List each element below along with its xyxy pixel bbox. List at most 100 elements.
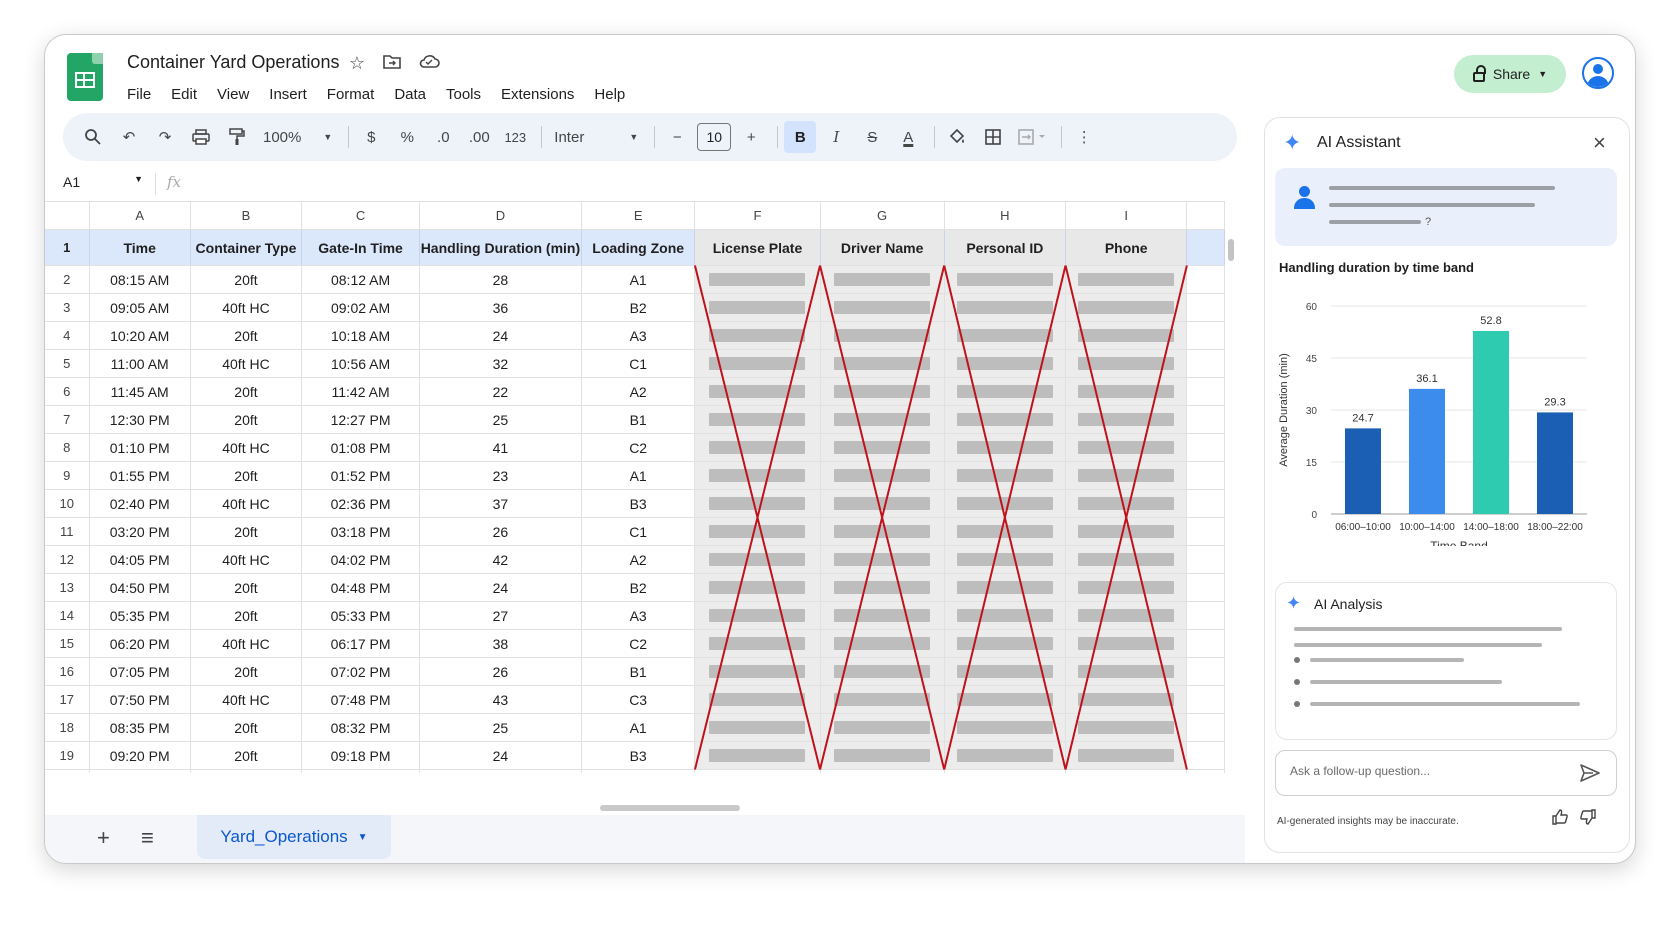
redacted-cell[interactable] — [820, 265, 945, 294]
table-cell[interactable]: 04:50 PM — [89, 573, 191, 602]
row-header[interactable]: 17 — [45, 685, 90, 714]
table-cell[interactable]: B1 — [581, 405, 696, 434]
all-sheets-menu-icon[interactable]: ≡ — [141, 825, 154, 851]
account-avatar[interactable] — [1582, 57, 1614, 89]
table-cell[interactable] — [694, 769, 821, 773]
menu-edit[interactable]: Edit — [161, 84, 207, 106]
redacted-cell[interactable] — [820, 489, 945, 518]
row-header[interactable]: 10 — [45, 489, 90, 518]
header-cell[interactable]: Handling Duration (min) — [419, 229, 582, 266]
redacted-cell[interactable] — [1065, 321, 1188, 350]
print-icon[interactable] — [185, 121, 217, 153]
table-cell[interactable] — [1186, 685, 1225, 714]
menu-file[interactable]: File — [127, 84, 161, 106]
table-cell[interactable]: 05:33 PM — [301, 601, 420, 630]
row-header[interactable]: 2 — [45, 265, 90, 294]
redacted-cell[interactable] — [1065, 489, 1188, 518]
more-options-icon[interactable]: ⋮ — [1068, 121, 1100, 153]
table-cell[interactable]: 20ft — [190, 377, 303, 406]
table-cell[interactable]: 01:55 PM — [89, 461, 191, 490]
redacted-cell[interactable] — [1065, 573, 1188, 602]
table-cell[interactable]: C2 — [581, 629, 696, 658]
row-header[interactable]: 12 — [45, 545, 90, 574]
table-cell[interactable]: 26 — [419, 657, 582, 686]
redacted-cell[interactable] — [1065, 265, 1188, 294]
redacted-cell[interactable] — [694, 601, 821, 630]
redacted-cell[interactable] — [1065, 433, 1188, 462]
redacted-cell[interactable] — [694, 713, 821, 742]
redacted-cell[interactable] — [1065, 601, 1188, 630]
table-cell[interactable]: 02:40 PM — [89, 489, 191, 518]
redacted-cell[interactable] — [820, 545, 945, 574]
table-cell[interactable]: 11:45 AM — [89, 377, 191, 406]
redacted-cell[interactable] — [820, 405, 945, 434]
redacted-cell[interactable] — [694, 265, 821, 294]
row-header[interactable]: 19 — [45, 741, 90, 770]
table-cell[interactable] — [1186, 377, 1225, 406]
table-cell[interactable]: 24 — [419, 321, 582, 350]
table-cell[interactable] — [190, 769, 303, 773]
column-header[interactable]: H — [944, 201, 1067, 230]
font-size-input[interactable]: 10 — [697, 123, 732, 151]
table-cell[interactable]: 04:02 PM — [301, 545, 420, 574]
column-header[interactable]: A — [89, 201, 191, 230]
table-cell[interactable]: 04:05 PM — [89, 545, 191, 574]
sheet-tab-yard-operations[interactable]: Yard_Operations ▼ — [197, 815, 391, 859]
table-cell[interactable]: C2 — [581, 433, 696, 462]
redacted-cell[interactable] — [944, 489, 1067, 518]
table-cell[interactable]: 09:05 AM — [89, 293, 191, 322]
close-icon[interactable]: × — [1593, 130, 1606, 156]
redacted-cell[interactable] — [694, 657, 821, 686]
redacted-cell[interactable] — [694, 349, 821, 378]
bar[interactable] — [1537, 412, 1573, 514]
table-cell[interactable]: 08:12 AM — [301, 265, 420, 294]
table-cell[interactable] — [419, 769, 582, 773]
table-cell[interactable] — [1186, 265, 1225, 294]
table-cell[interactable]: 10:18 AM — [301, 321, 420, 350]
redacted-cell[interactable] — [944, 741, 1067, 770]
column-header[interactable]: I — [1065, 201, 1188, 230]
table-cell[interactable]: B3 — [581, 489, 696, 518]
row-header[interactable]: 4 — [45, 321, 90, 350]
redacted-cell[interactable] — [694, 517, 821, 546]
menu-insert[interactable]: Insert — [259, 84, 317, 106]
undo-icon[interactable]: ↶ — [113, 121, 145, 153]
menu-help[interactable]: Help — [584, 84, 635, 106]
table-cell[interactable]: 20ft — [190, 741, 303, 770]
table-cell[interactable]: C1 — [581, 517, 696, 546]
table-cell[interactable] — [1186, 769, 1225, 773]
table-cell[interactable]: 40ft HC — [190, 685, 303, 714]
menu-tools[interactable]: Tools — [436, 84, 491, 106]
table-cell[interactable]: 40ft HC — [190, 349, 303, 378]
table-cell[interactable] — [1186, 741, 1225, 770]
table-cell[interactable] — [1186, 629, 1225, 658]
table-cell[interactable] — [581, 769, 696, 773]
name-box[interactable]: A1 ▼ — [63, 174, 143, 190]
redacted-cell[interactable] — [944, 601, 1067, 630]
row-header[interactable]: 3 — [45, 293, 90, 322]
header-cell[interactable]: Loading Zone — [581, 229, 696, 266]
vertical-scrollbar[interactable] — [1225, 231, 1237, 801]
redacted-cell[interactable] — [1065, 629, 1188, 658]
table-cell[interactable]: 04:48 PM — [301, 573, 420, 602]
redacted-cell[interactable] — [1065, 377, 1188, 406]
table-cell[interactable]: 07:48 PM — [301, 685, 420, 714]
redacted-cell[interactable] — [944, 545, 1067, 574]
menu-extensions[interactable]: Extensions — [491, 84, 584, 106]
send-icon[interactable] — [1578, 761, 1604, 787]
bar[interactable] — [1473, 330, 1509, 514]
header-cell[interactable]: Phone — [1065, 229, 1188, 266]
redacted-cell[interactable] — [820, 349, 945, 378]
table-cell[interactable]: A1 — [581, 265, 696, 294]
redacted-cell[interactable] — [944, 377, 1067, 406]
redacted-cell[interactable] — [694, 629, 821, 658]
table-cell[interactable]: 01:52 PM — [301, 461, 420, 490]
fill-color-icon[interactable] — [941, 121, 973, 153]
table-cell[interactable]: 23 — [419, 461, 582, 490]
table-cell[interactable]: 27 — [419, 601, 582, 630]
follow-up-input[interactable] — [1290, 764, 1560, 778]
redacted-cell[interactable] — [944, 265, 1067, 294]
strikethrough-button[interactable]: S — [856, 121, 888, 153]
header-cell[interactable]: Time — [89, 229, 191, 266]
table-cell[interactable]: 03:18 PM — [301, 517, 420, 546]
